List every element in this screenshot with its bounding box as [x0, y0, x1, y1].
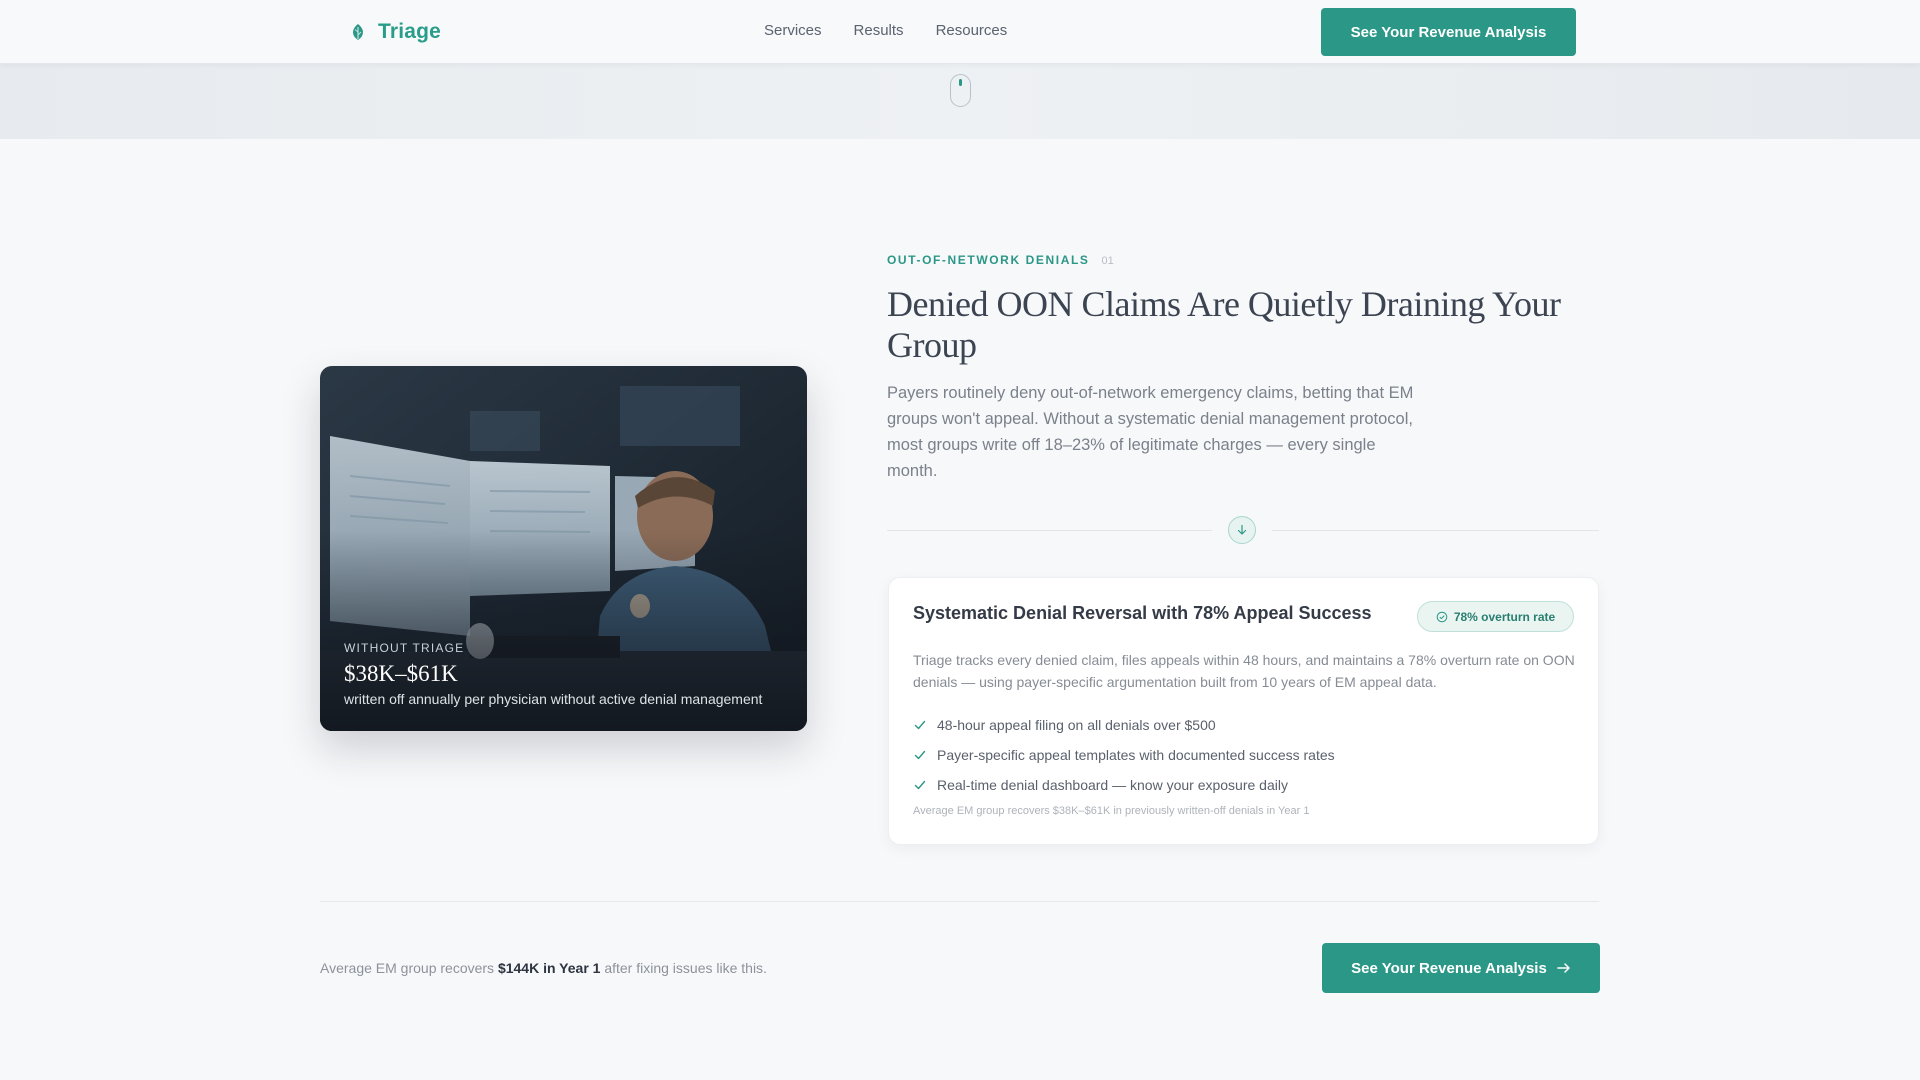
check-icon	[914, 750, 926, 760]
denial-image-card: WITHOUT TRIAGE $38K–$61K written off ann…	[320, 366, 807, 731]
feature-text: 48-hour appeal filing on all denials ove…	[937, 717, 1216, 733]
nav-link-resources[interactable]: Resources	[936, 22, 1008, 39]
bottom-summary-prefix: Average EM group recovers	[320, 960, 498, 976]
divider-line-left	[887, 530, 1212, 531]
bottom-summary-amount: $144K in Year 1	[497, 960, 601, 976]
main-nav: Services Results Resources	[764, 22, 1007, 39]
image-card-value: $38K–$61K	[344, 661, 458, 686]
arrow-down-glyph	[1237, 524, 1247, 535]
check-icon	[914, 780, 926, 790]
feature-text: Payer-specific appeal templates with doc…	[937, 747, 1335, 763]
bottom-revenue-analysis-button[interactable]: See Your Revenue Analysis	[1322, 943, 1600, 993]
image-card-label: WITHOUT TRIAGE	[344, 641, 465, 655]
brand-name: Triage	[378, 20, 442, 43]
solution-feature-list: 48-hour appeal filing on all denials ove…	[913, 710, 1335, 800]
section-headline: Denied OON Claims Are Quietly Draining Y…	[887, 284, 1561, 365]
leaf-icon	[353, 24, 363, 40]
nav-revenue-analysis-button[interactable]: See Your Revenue Analysis	[1321, 8, 1576, 56]
arrow-right-icon	[1557, 963, 1570, 973]
section-eyebrow-label: OUT-OF-NETWORK DENIALS	[887, 253, 1090, 267]
scroll-dot	[959, 79, 962, 86]
image-card-caption: written off annually per physician witho…	[344, 691, 763, 707]
nav-link-results[interactable]: Results	[854, 22, 904, 39]
solution-card: Systematic Denial Reversal with 78% Appe…	[888, 577, 1599, 845]
overturn-rate-badge-text: 78% overturn rate	[1453, 609, 1556, 624]
image-card-overlay: WITHOUT TRIAGE $38K–$61K written off ann…	[344, 641, 783, 707]
section-number: 01	[1101, 255, 1114, 267]
top-navigation: Triage Services Results Resources See Yo…	[0, 0, 1920, 64]
bottom-summary-suffix: after fixing issues like this.	[600, 960, 767, 976]
bottom-divider	[320, 901, 1599, 902]
solution-description: Triage tracks every denied claim, files …	[913, 652, 1575, 690]
bottom-cta-label: See Your Revenue Analysis	[1351, 959, 1547, 977]
section-lead: Payers routinely deny out-of-network eme…	[887, 384, 1414, 480]
divider-line-right	[1272, 530, 1599, 531]
list-item: Real-time denial dashboard — know your e…	[913, 770, 1335, 800]
check-circle-icon	[1436, 611, 1448, 622]
solution-footnote: Average EM group recovers $38K–$61K in p…	[913, 805, 1310, 817]
overturn-rate-badge: 78% overturn rate	[1417, 601, 1574, 632]
arrow-down-icon	[1228, 516, 1256, 544]
mouse-scroll-icon	[950, 74, 971, 107]
list-item: Payer-specific appeal templates with doc…	[913, 740, 1335, 770]
section-eyebrow: OUT-OF-NETWORK DENIALS 01	[887, 253, 1114, 267]
list-item: 48-hour appeal filing on all denials ove…	[913, 710, 1335, 740]
nav-link-services[interactable]: Services	[764, 22, 822, 39]
solution-title: Systematic Denial Reversal with 78% Appe…	[913, 603, 1372, 623]
feature-text: Real-time denial dashboard — know your e…	[937, 777, 1288, 793]
bottom-summary: Average EM group recovers $144K in Year …	[320, 960, 767, 976]
brand-logo[interactable]: Triage	[350, 18, 441, 46]
check-icon	[914, 720, 926, 730]
